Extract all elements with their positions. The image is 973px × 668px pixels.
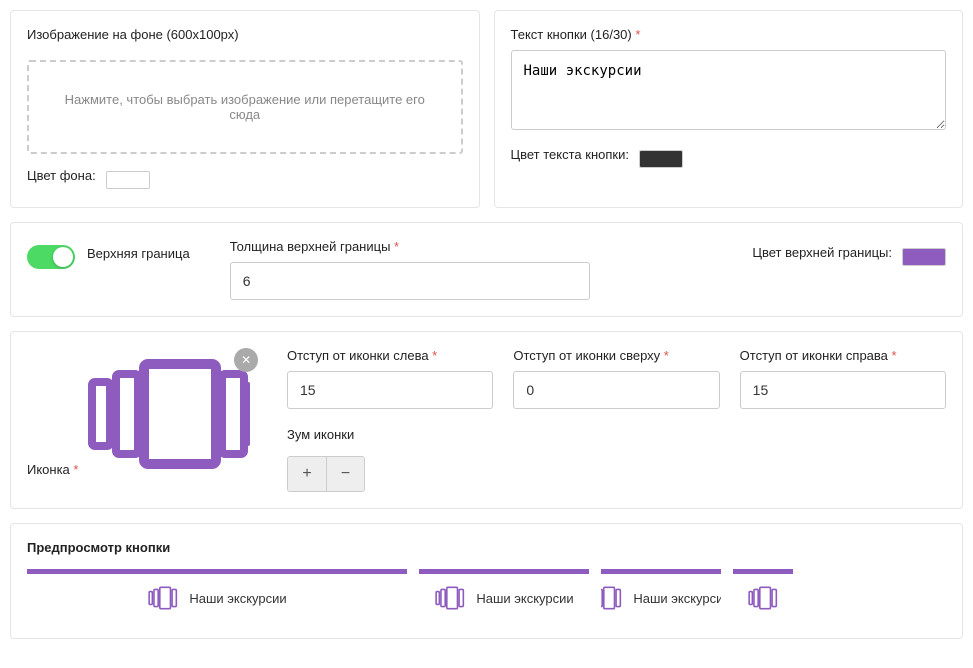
- cards-icon: [601, 584, 623, 612]
- top-border-toggle[interactable]: [27, 245, 75, 269]
- margin-top-label: Отступ от иконки сверху: [513, 348, 669, 363]
- preview-title: Предпросмотр кнопки: [27, 540, 946, 555]
- button-text-color-swatch[interactable]: [639, 150, 683, 168]
- margin-right-input[interactable]: [740, 371, 946, 409]
- bg-color-swatch[interactable]: [106, 171, 150, 189]
- preview-button-xsmall: [733, 569, 793, 622]
- border-thickness-input[interactable]: [230, 262, 590, 300]
- top-border-card: Верхняя граница Толщина верхней границы …: [10, 222, 963, 317]
- cards-icon: [147, 584, 179, 612]
- margin-top-input[interactable]: [513, 371, 719, 409]
- margin-left-input[interactable]: [287, 371, 493, 409]
- preview-button-label: Наши экскурсии: [189, 591, 286, 606]
- button-text-color-label: Цвет текста кнопки:: [511, 147, 629, 162]
- margin-left-label: Отступ от иконки слева: [287, 348, 437, 363]
- zoom-in-button[interactable]: +: [288, 457, 326, 491]
- bg-color-label: Цвет фона:: [27, 168, 96, 183]
- border-color-label: Цвет верхней границы:: [752, 245, 892, 260]
- minus-icon: −: [341, 465, 350, 483]
- button-text-card: Текст кнопки (16/30) Цвет текста кнопки:: [494, 10, 964, 208]
- zoom-label: Зум иконки: [287, 427, 354, 442]
- icon-settings-card: Иконка ✕ Отступ от иконки слева Зум икон…: [10, 331, 963, 509]
- remove-icon-button[interactable]: ✕: [234, 348, 258, 372]
- preview-button-medium: Наши экскурсии: [419, 569, 589, 622]
- preview-button-large: Наши экскурсии: [27, 569, 407, 622]
- image-dropzone[interactable]: Нажмите, чтобы выбрать изображение или п…: [27, 60, 463, 154]
- bg-image-label: Изображение на фоне (600х100рх): [27, 27, 239, 42]
- preview-card: Предпросмотр кнопки Наши экскурсии: [10, 523, 963, 639]
- icon-label: Иконка: [27, 462, 78, 477]
- icon-preview: ✕: [82, 354, 252, 474]
- margin-right-label: Отступ от иконки справа: [740, 348, 897, 363]
- plus-icon: +: [302, 465, 311, 483]
- border-thickness-label: Толщина верхней границы: [230, 239, 399, 254]
- button-text-label: Текст кнопки (16/30): [511, 27, 641, 42]
- cards-icon: [434, 584, 466, 612]
- zoom-group: + −: [287, 456, 365, 492]
- preview-button-label: Наши экскурсии: [633, 591, 721, 606]
- cards-icon: [747, 584, 779, 612]
- preview-button-label: Наши экскурсии: [476, 591, 573, 606]
- preview-button-small: Наши экскурсии: [601, 569, 721, 622]
- top-border-toggle-label: Верхняя граница: [87, 246, 190, 261]
- bg-image-card: Изображение на фоне (600х100рх) Нажмите,…: [10, 10, 480, 208]
- zoom-out-button[interactable]: −: [326, 457, 364, 491]
- border-color-swatch[interactable]: [902, 248, 946, 266]
- cards-icon: [82, 354, 252, 474]
- close-icon: ✕: [241, 353, 251, 367]
- button-text-input[interactable]: [511, 50, 947, 130]
